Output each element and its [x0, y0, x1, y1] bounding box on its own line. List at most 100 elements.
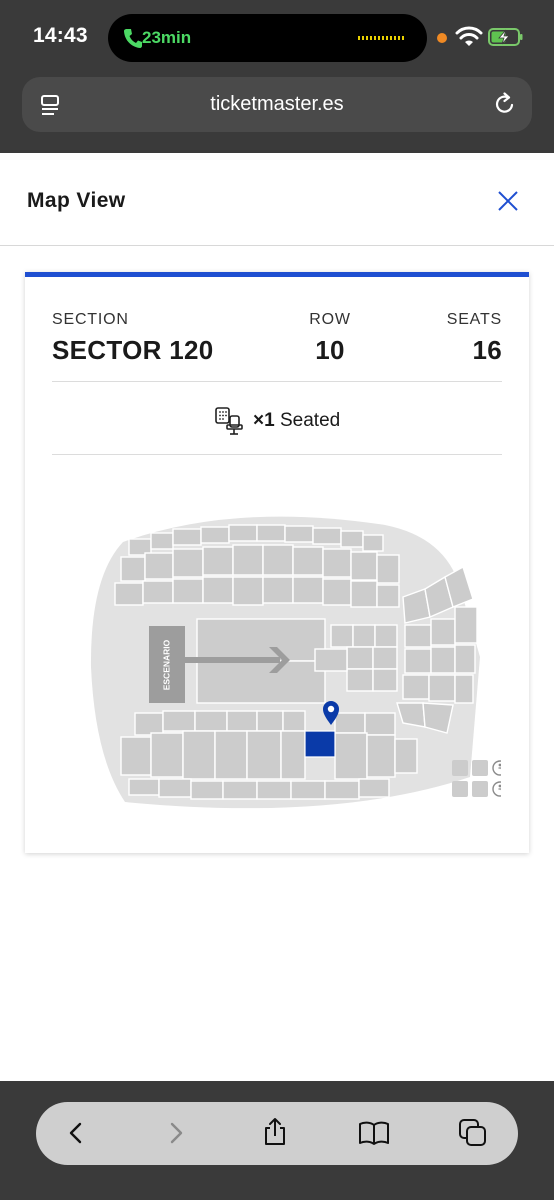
section-block — [350, 580, 378, 608]
browser-top-chrome: 14:43 23min ticketmaster.es — [0, 0, 554, 153]
browser-bottom-toolbar — [0, 1081, 554, 1200]
close-icon[interactable] — [496, 189, 520, 213]
section-block — [222, 780, 258, 800]
section-block — [228, 524, 258, 542]
section-block — [202, 576, 234, 604]
section-block — [134, 712, 164, 736]
battery-charging-icon — [488, 28, 523, 46]
back-icon[interactable] — [64, 1121, 88, 1145]
phone-icon — [124, 29, 142, 48]
section-block — [352, 624, 376, 648]
section-block — [340, 530, 364, 548]
reload-icon[interactable] — [492, 91, 518, 117]
tabs-icon[interactable] — [458, 1118, 488, 1148]
section-block — [158, 778, 192, 798]
section-block — [452, 781, 468, 797]
section-block — [232, 544, 264, 576]
url-text[interactable]: ticketmaster.es — [22, 93, 532, 116]
section-block — [232, 576, 264, 606]
seat-type: Seated — [280, 410, 341, 432]
section-block — [376, 554, 400, 584]
ticket-card: SECTION SECTOR 120 ROW 10 SEATS 16 ×1 Se… — [25, 272, 529, 853]
section-block — [454, 606, 478, 644]
seats-info: SEATS 16 — [447, 311, 502, 366]
section-block — [322, 548, 352, 578]
section-block — [334, 732, 368, 780]
catwalk — [185, 657, 280, 663]
call-duration: 23min — [142, 28, 192, 47]
wheelchair-icon — [492, 781, 501, 797]
row-label: ROW — [309, 311, 351, 328]
section-block — [430, 646, 456, 674]
section-block — [280, 730, 306, 780]
section-block — [196, 660, 326, 704]
section-block — [404, 624, 432, 648]
wifi-icon — [455, 26, 483, 46]
section-block — [292, 546, 324, 576]
section-block — [374, 624, 398, 648]
section-block — [430, 618, 456, 646]
section-info: SECTION SECTOR 120 — [52, 311, 213, 366]
section-block — [182, 730, 216, 780]
share-icon[interactable] — [261, 1117, 289, 1147]
waveform-icon — [358, 36, 406, 40]
section-block — [150, 732, 184, 778]
section-block — [312, 527, 342, 545]
section-block — [150, 532, 174, 550]
section-block — [256, 524, 286, 542]
modal-title: Map View — [27, 189, 126, 212]
section-block — [454, 644, 476, 674]
divider — [52, 454, 502, 455]
section-block — [202, 546, 234, 576]
address-bar[interactable]: ticketmaster.es — [22, 77, 532, 132]
section-block — [404, 648, 432, 674]
section-block — [246, 730, 282, 780]
venue-map[interactable]: ESCENARIO — [85, 507, 501, 837]
modal-header: Map View — [0, 153, 554, 246]
section-block — [314, 648, 348, 672]
section-block — [162, 710, 196, 732]
section-block — [142, 580, 174, 604]
section-block — [428, 674, 456, 702]
section-block — [372, 668, 398, 692]
ticket-quantity: ×1 — [253, 410, 275, 432]
section-block — [346, 646, 374, 670]
section-block — [214, 730, 248, 780]
section-value: SECTOR 120 — [52, 335, 214, 365]
stage-label: ESCENARIO — [161, 639, 171, 690]
section-block — [322, 578, 352, 606]
section-block — [394, 738, 418, 774]
dynamic-island[interactable]: 23min — [108, 14, 427, 62]
section-block — [262, 544, 294, 576]
section-block — [226, 710, 258, 732]
section-block — [120, 736, 152, 776]
section-block — [330, 624, 354, 648]
section-block — [364, 712, 396, 736]
section-block — [350, 551, 378, 581]
section-block — [376, 584, 400, 608]
section-label: SECTION — [52, 311, 129, 328]
status-time: 14:43 — [33, 24, 88, 47]
section-block — [362, 534, 384, 552]
ticket-quantity-line: ×1 Seated — [25, 406, 529, 436]
section-block — [200, 526, 230, 544]
section-block — [292, 576, 324, 604]
section-block — [472, 760, 488, 776]
bookmarks-icon[interactable] — [358, 1120, 390, 1146]
forward-icon[interactable] — [164, 1121, 188, 1145]
section-block — [358, 778, 390, 798]
section-block — [324, 780, 360, 800]
recording-indicator-icon — [437, 33, 447, 43]
section-block — [334, 712, 366, 734]
section-block — [172, 528, 202, 546]
section-block — [190, 780, 224, 800]
section-block — [194, 710, 228, 732]
seat-icon — [214, 407, 243, 435]
wheelchair-icon — [492, 760, 501, 776]
section-block — [402, 674, 430, 700]
section-block — [372, 646, 398, 670]
section-block — [346, 668, 374, 692]
section-block — [472, 781, 488, 797]
section-block — [284, 525, 314, 543]
section-block — [452, 760, 468, 776]
